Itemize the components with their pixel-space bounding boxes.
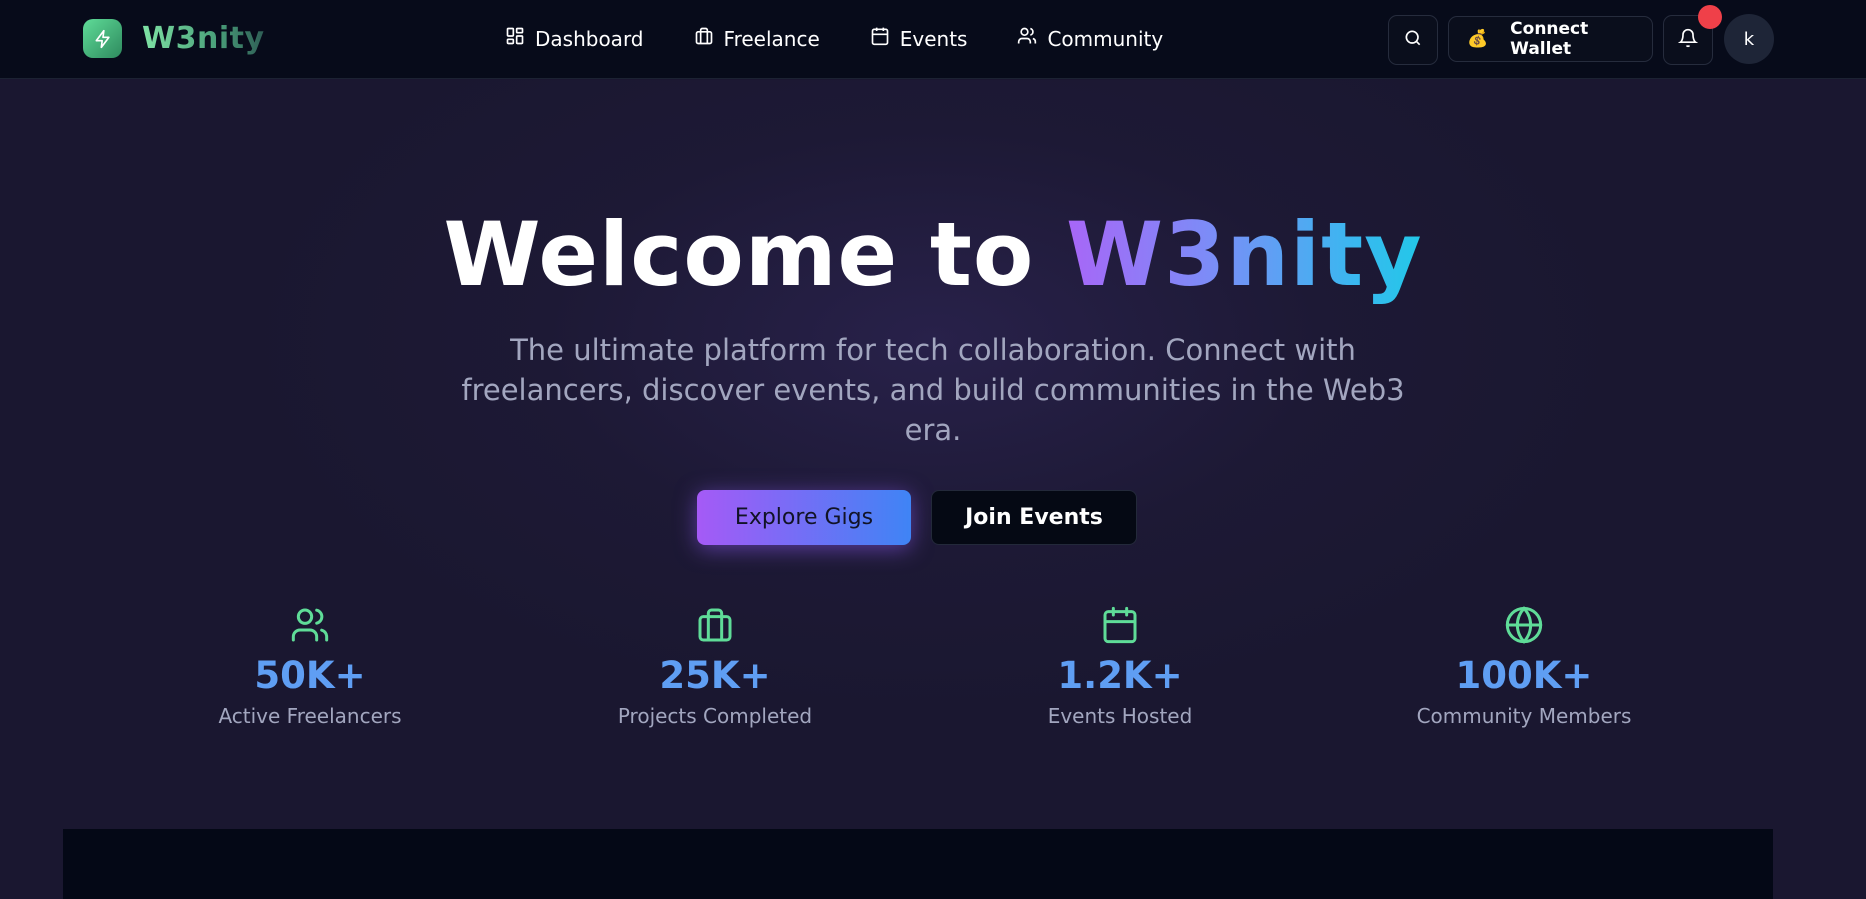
globe-icon: [1394, 605, 1654, 645]
hero-subtitle: The ultimate platform for tech collabora…: [461, 333, 1405, 447]
dashboard-icon: [505, 26, 535, 51]
main-nav: Dashboard Freelance Events Community: [505, 26, 1213, 51]
stat-label: Events Hosted: [1047, 704, 1193, 728]
stat-projects-completed: 25K+ Projects Completed: [585, 605, 845, 728]
users-icon: [180, 605, 440, 645]
explore-gigs-button[interactable]: Explore Gigs: [697, 490, 911, 545]
stat-label: Active Freelancers: [218, 704, 402, 728]
nav-item-freelance[interactable]: Freelance: [694, 26, 820, 51]
hero-title-brand: W3nity: [1066, 203, 1423, 306]
connect-wallet-label: Connect Wallet: [1510, 19, 1589, 59]
nav-item-label: Freelance: [723, 26, 820, 51]
brand-logo[interactable]: W3nity: [83, 19, 265, 58]
search-icon: [1403, 28, 1423, 52]
stat-community-members: 100K+ Community Members: [1394, 605, 1654, 728]
content-panel: [63, 829, 1773, 899]
stat-value: 1.2K+: [1057, 654, 1183, 697]
user-avatar[interactable]: k: [1724, 14, 1774, 64]
search-button[interactable]: [1388, 15, 1438, 65]
avatar-initial: k: [1743, 28, 1755, 50]
stat-label: Community Members: [1416, 704, 1632, 728]
connect-wallet-button[interactable]: 💰 Connect Wallet: [1448, 16, 1653, 62]
briefcase-icon: [694, 26, 724, 51]
join-events-button[interactable]: Join Events: [931, 490, 1137, 545]
hero-title-prefix: Welcome to: [443, 203, 1035, 306]
nav-item-label: Events: [899, 26, 968, 51]
users-icon: [1017, 26, 1047, 51]
stat-value: 100K+: [1455, 654, 1593, 697]
nav-item-dashboard[interactable]: Dashboard: [505, 26, 644, 51]
stat-label: Projects Completed: [617, 704, 813, 728]
nav-item-label: Dashboard: [535, 26, 644, 51]
briefcase-icon: [585, 605, 845, 645]
lightning-icon: [83, 19, 122, 58]
notification-badge: [1698, 5, 1722, 29]
nav-item-label: Community: [1047, 26, 1164, 51]
calendar-icon: [870, 26, 900, 51]
calendar-icon: [990, 605, 1250, 645]
brand-name: W3nity: [142, 21, 265, 56]
money-bag-icon: 💰: [1467, 29, 1489, 49]
bell-icon: [1677, 28, 1699, 52]
stat-value: 50K+: [254, 654, 366, 697]
nav-item-events[interactable]: Events: [870, 26, 968, 51]
stat-value: 25K+: [659, 654, 771, 697]
hero-title: Welcome to W3nity: [0, 205, 1866, 305]
top-navigation-bar: W3nity Dashboard Freelance Events Commun…: [0, 0, 1866, 79]
nav-item-community[interactable]: Community: [1017, 26, 1163, 51]
stat-events-hosted: 1.2K+ Events Hosted: [990, 605, 1250, 728]
stat-active-freelancers: 50K+ Active Freelancers: [180, 605, 440, 728]
